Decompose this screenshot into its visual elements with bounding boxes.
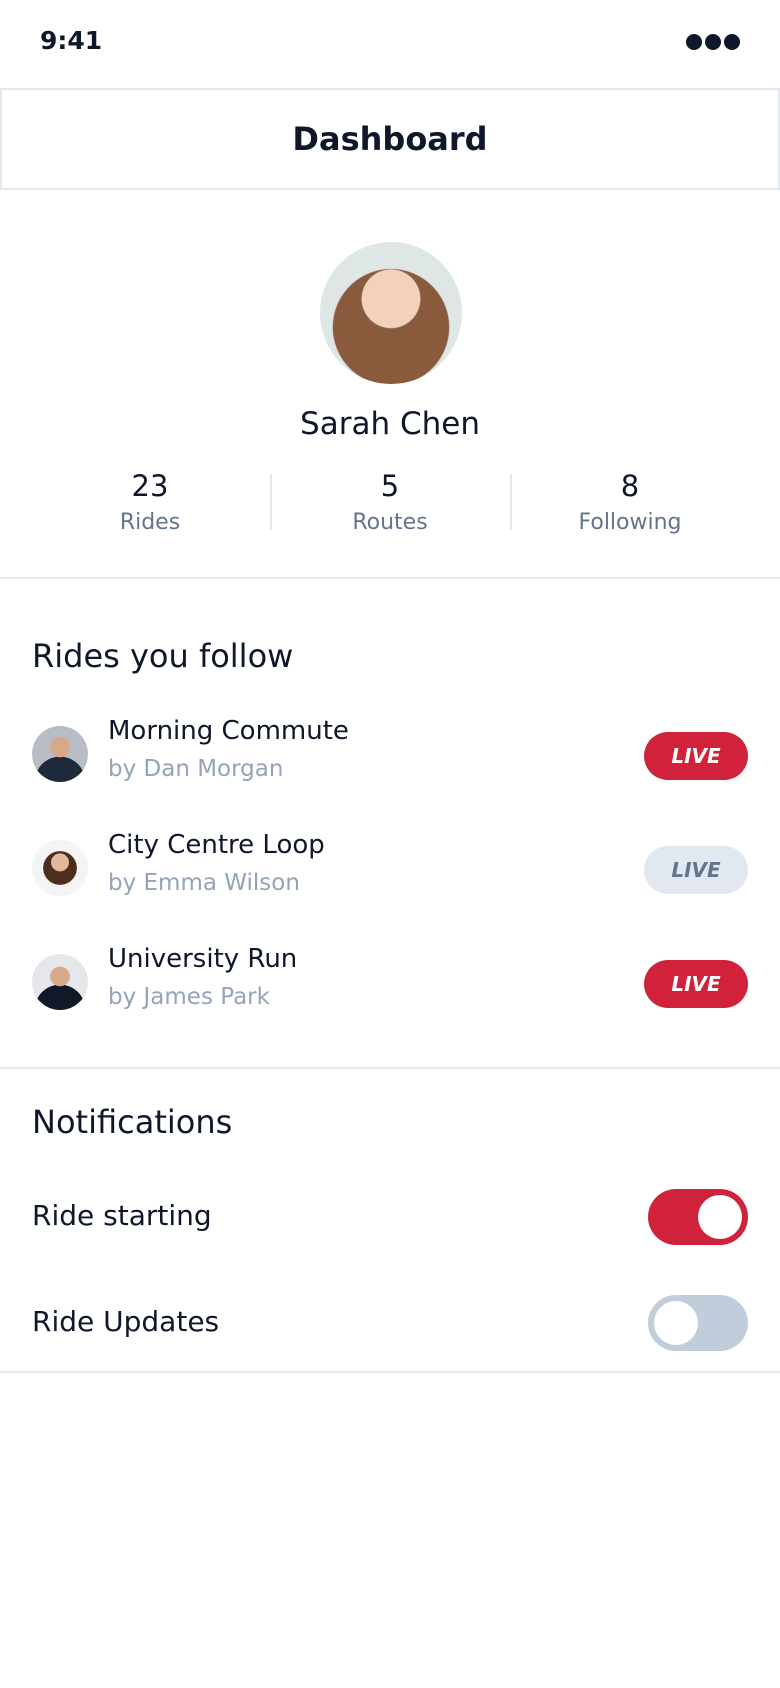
ride-item-city-centre-loop[interactable]: City Centre Loop by Emma Wilson LIVE (0, 818, 780, 918)
stat-label: Routes (352, 510, 428, 535)
stat-value: 23 (131, 469, 169, 503)
ride-avatar (32, 840, 88, 896)
profile-card: Sarah Chen 23 Rides 5 Routes 8 Following (0, 190, 780, 579)
live-badge[interactable]: LIVE (644, 960, 748, 1008)
avatar[interactable] (320, 242, 462, 384)
ride-avatar (32, 726, 88, 782)
notification-label: Ride starting (32, 1199, 212, 1232)
ride-item-morning-commute[interactable]: Morning Commute by Dan Morgan LIVE (0, 704, 780, 804)
notification-ride-starting: Ride starting (0, 1181, 780, 1251)
more-dots-icon[interactable] (686, 34, 740, 50)
ride-author: by James Park (108, 984, 270, 1010)
toggle-knob (698, 1195, 742, 1239)
ride-updates-toggle[interactable] (648, 1295, 748, 1351)
notification-ride-updates: Ride Updates (0, 1287, 780, 1357)
ride-title: Morning Commute (108, 716, 349, 746)
header: Dashboard (0, 88, 780, 190)
ride-item-university-run[interactable]: University Run by James Park LIVE (0, 932, 780, 1032)
stat-value: 8 (620, 469, 640, 503)
notifications-section: Notifications Ride starting Ride Updates (0, 1067, 780, 1373)
notification-label: Ride Updates (32, 1305, 220, 1338)
stat-routes[interactable]: 5 Routes (270, 468, 510, 535)
ride-author: by Emma Wilson (108, 870, 300, 896)
section-title: Notifications (32, 1103, 233, 1141)
status-bar: 9:41 (0, 0, 780, 88)
stat-rides[interactable]: 23 Rides (30, 468, 270, 535)
toggle-knob (654, 1301, 698, 1345)
live-badge[interactable]: LIVE (644, 732, 748, 780)
stats-row: 23 Rides 5 Routes 8 Following (30, 468, 750, 535)
ride-avatar (32, 954, 88, 1010)
page-title: Dashboard (292, 120, 488, 158)
ride-author: by Dan Morgan (108, 756, 284, 782)
section-title: Rides you follow (32, 637, 294, 675)
stat-following[interactable]: 8 Following (510, 468, 750, 535)
stat-label: Following (578, 510, 682, 535)
ride-title: University Run (108, 944, 298, 974)
ride-title: City Centre Loop (108, 830, 325, 860)
ride-starting-toggle[interactable] (648, 1189, 748, 1245)
stat-label: Rides (119, 510, 181, 535)
live-badge[interactable]: LIVE (644, 846, 748, 894)
profile-name: Sarah Chen (300, 406, 480, 442)
stat-value: 5 (380, 469, 400, 503)
status-time: 9:41 (40, 26, 103, 55)
rides-section: Rides you follow Morning Commute by Dan … (0, 577, 780, 1069)
